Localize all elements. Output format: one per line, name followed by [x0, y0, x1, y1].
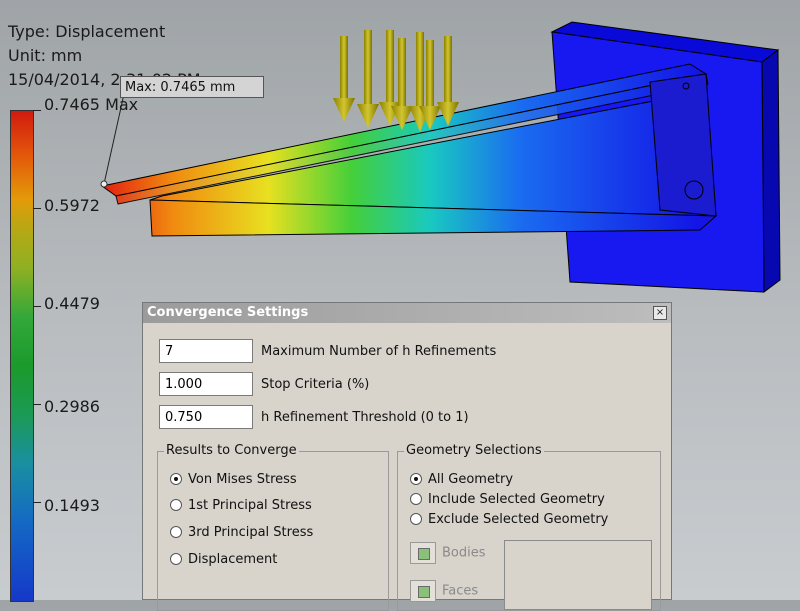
faces-label: Faces [442, 583, 479, 599]
legend-value: 0.1493 [44, 496, 100, 515]
close-button[interactable]: × [653, 306, 667, 320]
radio-button-icon[interactable] [410, 513, 422, 525]
legend-tick [33, 110, 41, 111]
dialog-title: Convergence Settings [147, 305, 309, 320]
results-group-title: Results to Converge [164, 443, 299, 458]
legend-value: 0.5972 [44, 196, 100, 215]
faces-icon [410, 580, 436, 602]
bodies-label: Bodies [442, 545, 486, 561]
radio-label: All Geometry [428, 472, 514, 487]
radio-3rd-principal[interactable]: 3rd Principal Stress [170, 525, 313, 540]
convergence-settings-dialog: Convergence Settings × Maximum Number of… [142, 302, 672, 611]
radio-button-icon[interactable] [170, 553, 182, 565]
bodies-icon [410, 542, 436, 564]
legend-max-label: 0.7465 Max [44, 95, 139, 114]
bodies-select-button[interactable]: Bodies [410, 542, 486, 564]
legend-value: 0.4479 [44, 294, 100, 313]
radio-button-icon[interactable] [410, 473, 422, 485]
legend-tick [33, 306, 41, 307]
color-legend-bar [10, 110, 34, 602]
radio-button-icon[interactable] [170, 499, 182, 511]
result-type: Type: Displacement [8, 22, 166, 41]
results-to-converge-group: Results to Converge Von Mises Stress 1st… [157, 443, 389, 611]
radio-label: 1st Principal Stress [188, 498, 312, 513]
radio-von-mises[interactable]: Von Mises Stress [170, 472, 297, 487]
radio-all-geometry[interactable]: All Geometry [410, 472, 513, 487]
radio-displacement[interactable]: Displacement [170, 552, 277, 567]
geometry-selections-group: Geometry Selections All Geometry Include… [397, 443, 661, 611]
geometry-group-title: Geometry Selections [404, 443, 544, 458]
stop-criteria-label: Stop Criteria (%) [261, 377, 370, 392]
radio-label: Include Selected Geometry [428, 492, 605, 507]
refinement-threshold-label: h Refinement Threshold (0 to 1) [261, 410, 469, 425]
radio-button-icon[interactable] [170, 473, 182, 485]
radio-1st-principal[interactable]: 1st Principal Stress [170, 498, 312, 513]
legend-tick [33, 502, 41, 503]
max-refinements-input[interactable] [159, 339, 253, 363]
radio-label: 3rd Principal Stress [188, 525, 314, 540]
result-unit: Unit: mm [8, 46, 83, 65]
legend-value: 0.2986 [44, 397, 100, 416]
refinement-threshold-input[interactable] [159, 405, 253, 429]
radio-button-icon[interactable] [410, 493, 422, 505]
dialog-titlebar[interactable]: Convergence Settings × [143, 303, 671, 323]
radio-label: Exclude Selected Geometry [428, 512, 609, 527]
radio-label: Von Mises Stress [188, 472, 297, 487]
radio-include-selected[interactable]: Include Selected Geometry [410, 492, 605, 507]
radio-button-icon[interactable] [170, 526, 182, 538]
radio-label: Displacement [188, 552, 278, 567]
stop-criteria-input[interactable] [159, 372, 253, 396]
radio-exclude-selected[interactable]: Exclude Selected Geometry [410, 512, 608, 527]
max-refinements-label: Maximum Number of h Refinements [261, 344, 497, 359]
faces-select-button[interactable]: Faces [410, 580, 478, 602]
probe-point[interactable] [100, 180, 108, 188]
max-probe-label[interactable]: Max: 0.7465 mm [120, 76, 264, 98]
legend-tick [33, 208, 41, 209]
legend-tick [33, 404, 41, 405]
